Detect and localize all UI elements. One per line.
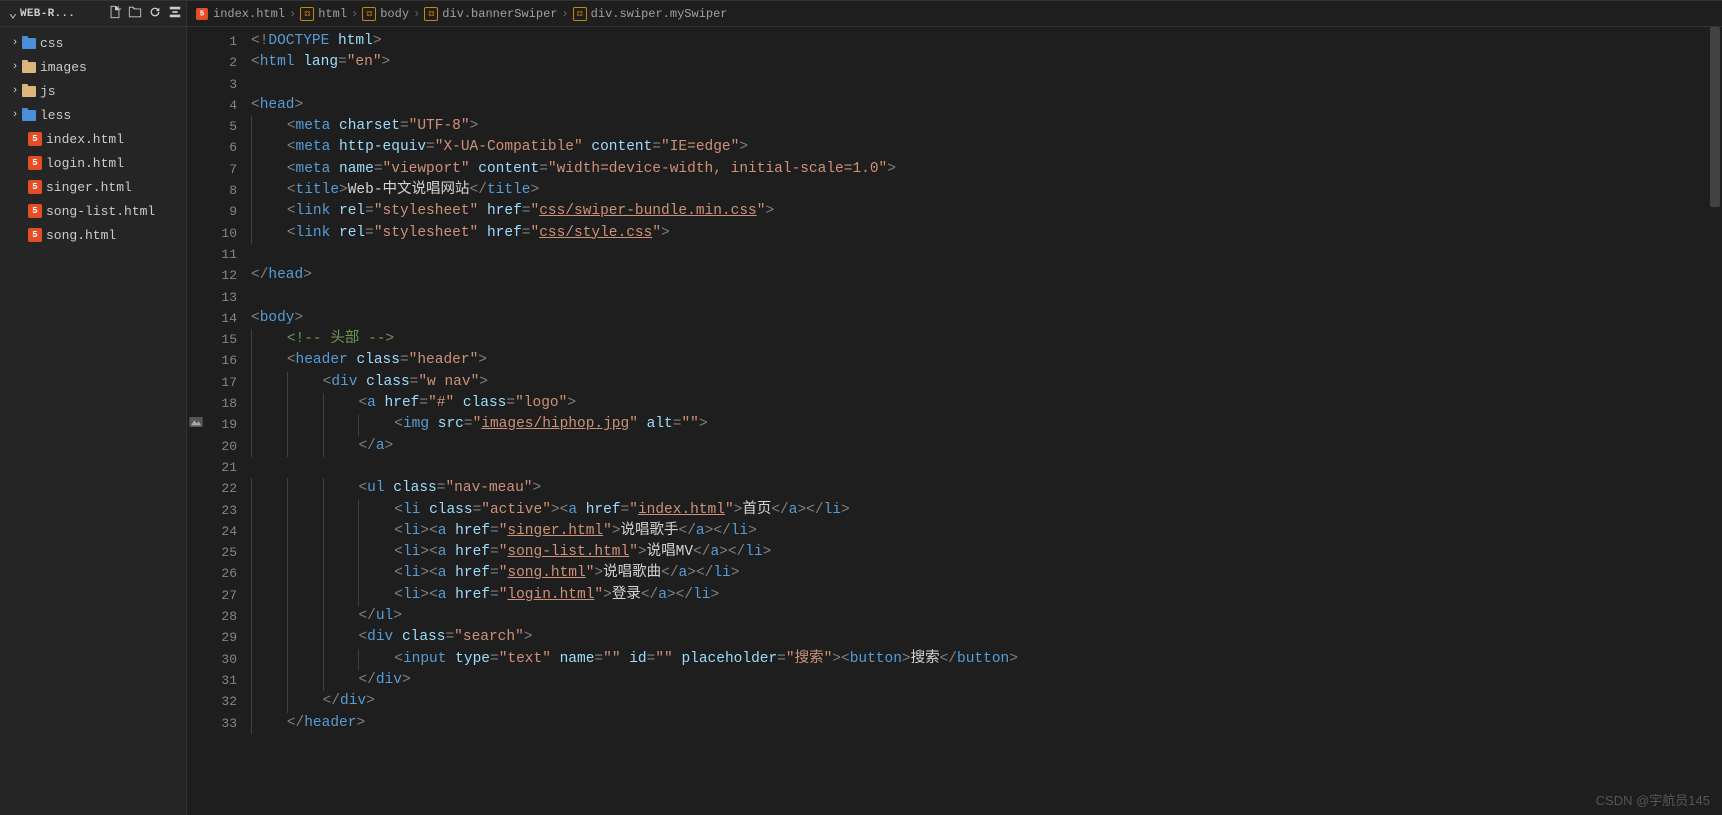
- tag-icon: ⚃: [424, 7, 438, 21]
- file-item[interactable]: 5index.html: [0, 127, 186, 151]
- vertical-scrollbar[interactable]: [1708, 27, 1722, 815]
- chevron-down-icon[interactable]: ⌄: [6, 5, 20, 22]
- folder-item[interactable]: ›css: [0, 31, 186, 55]
- file-item[interactable]: 5login.html: [0, 151, 186, 175]
- file-item[interactable]: 5song-list.html: [0, 199, 186, 223]
- breadcrumb-item[interactable]: body: [380, 7, 409, 21]
- breadcrumb-item[interactable]: index.html: [213, 7, 285, 21]
- watermark: CSDN @宇航员145: [1596, 790, 1710, 809]
- code-editor[interactable]: <!DOCTYPE html><html lang="en"> <head> <…: [251, 27, 1708, 815]
- breadcrumb-item[interactable]: div.bannerSwiper: [442, 7, 557, 21]
- tag-icon: ⚃: [573, 7, 587, 21]
- file-item[interactable]: 5singer.html: [0, 175, 186, 199]
- scrollbar-thumb[interactable]: [1710, 27, 1720, 207]
- editor-area: 5 index.html› ⚃html› ⚃body› ⚃div.bannerS…: [187, 1, 1722, 815]
- file-explorer: ⌄ WEB-R... ›css ›images ›js ›less 5index…: [0, 1, 187, 815]
- new-file-icon[interactable]: [108, 5, 122, 23]
- breadcrumb-item[interactable]: html: [318, 7, 347, 21]
- collapse-icon[interactable]: [168, 5, 182, 23]
- file-item[interactable]: 5song.html: [0, 223, 186, 247]
- gutter-image-icon: [187, 414, 205, 430]
- glyph-margin: [187, 27, 205, 815]
- line-numbers: 1234567891011121314151617181920212223242…: [205, 27, 251, 815]
- project-name: WEB-R...: [20, 8, 108, 20]
- refresh-icon[interactable]: [148, 5, 162, 23]
- folder-item[interactable]: ›less: [0, 103, 186, 127]
- folder-item[interactable]: ›js: [0, 79, 186, 103]
- tag-icon: ⚃: [362, 7, 376, 21]
- folder-item[interactable]: ›images: [0, 55, 186, 79]
- breadcrumb[interactable]: 5 index.html› ⚃html› ⚃body› ⚃div.bannerS…: [187, 1, 1722, 27]
- new-folder-icon[interactable]: [128, 5, 142, 23]
- explorer-header: ⌄ WEB-R...: [0, 1, 186, 27]
- breadcrumb-item[interactable]: div.swiper.mySwiper: [591, 7, 728, 21]
- file-tree: ›css ›images ›js ›less 5index.html 5logi…: [0, 27, 186, 247]
- tag-icon: ⚃: [300, 7, 314, 21]
